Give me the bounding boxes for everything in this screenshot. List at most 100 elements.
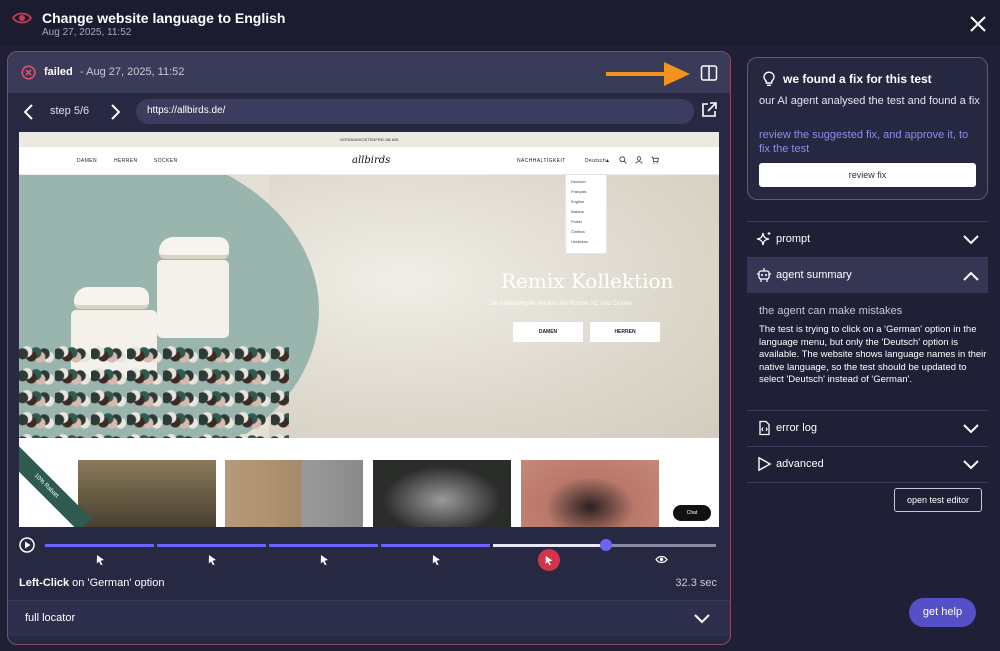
timeline-segment[interactable] — [45, 544, 154, 547]
play-icon[interactable] — [19, 537, 35, 553]
step-duration: 32.3 sec — [675, 577, 717, 589]
cart-icon[interactable] — [651, 156, 659, 164]
advanced-label: advanced — [776, 458, 824, 470]
arrow-annotation-icon — [606, 62, 690, 86]
cursor-click-icon[interactable] — [318, 553, 331, 566]
fix-description: our AI agent analysed the test and found… — [759, 95, 980, 107]
site-nav: DAMEN HERREN SOCKEN allbirds NACHHALTIGK… — [19, 147, 719, 175]
review-fix-button[interactable]: review fix — [759, 163, 976, 187]
language-selector[interactable]: Deutsch — [585, 158, 606, 164]
step-counter: step 5/6 — [50, 105, 90, 117]
hero-button-damen[interactable]: DAMEN — [513, 322, 583, 342]
error-log-section[interactable]: error log — [747, 410, 988, 446]
review-fix-link[interactable]: review the suggested fix, and approve it… — [759, 128, 981, 156]
chevron-left-icon[interactable] — [22, 102, 36, 122]
language-option[interactable]: Français — [571, 189, 601, 199]
full-locator-label: full locator — [25, 612, 76, 624]
eye-icon[interactable] — [655, 553, 668, 566]
close-icon[interactable] — [966, 12, 990, 36]
file-code-icon — [759, 420, 770, 436]
fix-card: we found a fix for this test our AI agen… — [747, 57, 988, 200]
product-tile-image[interactable] — [78, 460, 216, 527]
chevron-down-icon[interactable] — [962, 459, 980, 471]
action-target: on 'German' option — [69, 577, 165, 589]
timeline-segment-current[interactable] — [493, 544, 606, 547]
language-option[interactable]: Deutsch — [571, 179, 601, 189]
site-nav-socken[interactable]: SOCKEN — [154, 158, 178, 164]
language-option[interactable]: Čeština — [571, 229, 601, 239]
failed-icon — [21, 65, 36, 80]
prompt-section[interactable]: prompt — [747, 221, 988, 257]
status-row: failed - Aug 27, 2025, 11:52 — [8, 52, 730, 93]
step-timeline — [19, 536, 719, 571]
chevron-down-icon[interactable] — [962, 423, 980, 435]
timeline-segment[interactable] — [157, 544, 266, 547]
status-date: - Aug 27, 2025, 11:52 — [80, 66, 185, 78]
chevron-right-icon[interactable] — [108, 102, 122, 122]
test-run-panel: failed - Aug 27, 2025, 11:52 step 5/6 ht… — [7, 51, 731, 645]
hero-subtitle: Die nachhaltigste Version des Runner NZ … — [489, 301, 632, 307]
eye-icon — [12, 12, 32, 24]
action-description: Left-Click on 'German' option — [19, 577, 164, 589]
get-help-button[interactable]: get help — [909, 598, 976, 627]
url-field[interactable]: https://allbirds.de/ — [136, 99, 694, 124]
site-nav-nachhaltigkeit[interactable]: NACHHALTIGKEIT — [517, 158, 566, 164]
lightbulb-icon — [763, 71, 775, 86]
cursor-click-icon — [545, 555, 553, 566]
language-option[interactable]: Ukrainian — [571, 239, 601, 249]
language-option[interactable]: English — [571, 199, 601, 209]
pebbles-image — [19, 345, 289, 438]
search-icon[interactable] — [619, 156, 627, 164]
chevron-up-icon[interactable] — [962, 270, 980, 282]
split-view-icon[interactable] — [700, 64, 718, 82]
sparkle-icon — [756, 232, 771, 246]
open-test-editor-button[interactable]: open test editor — [894, 488, 982, 512]
site-nav-herren[interactable]: HERREN — [114, 158, 138, 164]
caret-up-icon: ▲ — [605, 158, 611, 164]
hero-title: Remix Kollektion — [501, 269, 674, 293]
fix-title: we found a fix for this test — [783, 72, 932, 86]
page-screenshot: VERSANDKOSTENFREI AB 80€ DAMEN HERREN SO… — [19, 132, 719, 527]
agent-disclaimer: the agent can make mistakes — [759, 305, 903, 317]
shoe-image — [74, 287, 149, 309]
cursor-click-icon[interactable] — [206, 553, 219, 566]
product-tile-image[interactable] — [225, 460, 363, 527]
external-link-icon[interactable] — [700, 101, 718, 119]
product-tiles — [19, 438, 719, 527]
test-title: Change website language to English — [42, 10, 286, 26]
chevron-down-icon[interactable] — [962, 234, 980, 246]
chevron-down-icon[interactable] — [693, 613, 711, 625]
timeline-segment[interactable] — [269, 544, 378, 547]
chat-button[interactable]: Chat — [673, 505, 711, 521]
language-option[interactable]: Polski — [571, 219, 601, 229]
agent-summary-section[interactable]: agent summary — [747, 257, 988, 293]
product-tile-image[interactable] — [521, 460, 659, 527]
timeline-segment[interactable] — [381, 544, 490, 547]
play-outline-icon — [758, 456, 772, 472]
site-nav-damen[interactable]: DAMEN — [77, 158, 97, 164]
hero-banner: Remix Kollektion Die nachhaltigste Versi… — [19, 175, 719, 438]
action-verb: Left-Click — [19, 577, 70, 589]
product-tile-image[interactable] — [373, 460, 511, 527]
agent-summary-label: agent summary — [776, 269, 852, 281]
language-dropdown: Deutsch Français English Italiano Polski… — [565, 174, 607, 254]
status-label: failed — [44, 66, 73, 78]
site-logo[interactable]: allbirds — [352, 155, 390, 166]
promo-bar: VERSANDKOSTENFREI AB 80€ — [19, 132, 719, 147]
hero-button-herren[interactable]: HERREN — [590, 322, 660, 342]
top-bar: Change website language to English Aug 2… — [0, 0, 1000, 46]
full-locator-row[interactable]: full locator — [8, 600, 730, 636]
cursor-click-icon[interactable] — [94, 553, 107, 566]
error-log-label: error log — [776, 422, 817, 434]
prompt-label: prompt — [776, 233, 811, 245]
timeline-segment[interactable] — [606, 544, 716, 547]
failed-step-marker[interactable] — [538, 549, 560, 571]
timeline-playhead[interactable] — [600, 539, 612, 551]
user-icon[interactable] — [635, 156, 643, 164]
advanced-section[interactable]: advanced — [747, 446, 988, 482]
pedestal — [157, 260, 229, 338]
cursor-click-icon[interactable] — [430, 553, 443, 566]
test-date: Aug 27, 2025, 11:52 — [42, 27, 132, 38]
agent-summary-text: The test is trying to click on a 'German… — [759, 324, 987, 385]
language-option[interactable]: Italiano — [571, 209, 601, 219]
